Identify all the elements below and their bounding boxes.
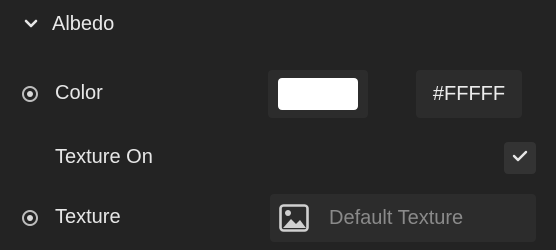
hex-color-value: #FFFFF — [432, 82, 506, 105]
texture-on-checkbox[interactable] — [504, 142, 536, 174]
color-swatch — [278, 78, 358, 110]
radio-dot — [27, 91, 33, 97]
texture-on-label: Texture On — [55, 146, 153, 168]
section-title: Albedo — [52, 12, 115, 35]
texture-value: Default Texture — [329, 206, 464, 229]
radio-dot — [27, 215, 33, 221]
texture-label: Texture — [55, 206, 121, 228]
chevron-down-icon — [22, 15, 40, 33]
texture-source-radio[interactable] — [22, 210, 38, 226]
color-label: Color — [55, 82, 103, 104]
hex-color-input[interactable]: #FFFFF — [416, 70, 522, 118]
section-header-albedo[interactable]: Albedo — [22, 8, 114, 40]
checkmark-icon — [512, 149, 528, 167]
texture-picker[interactable]: Default Texture — [270, 194, 536, 242]
color-swatch-button[interactable] — [268, 70, 368, 118]
image-icon — [279, 203, 309, 233]
color-source-radio[interactable] — [22, 86, 38, 102]
